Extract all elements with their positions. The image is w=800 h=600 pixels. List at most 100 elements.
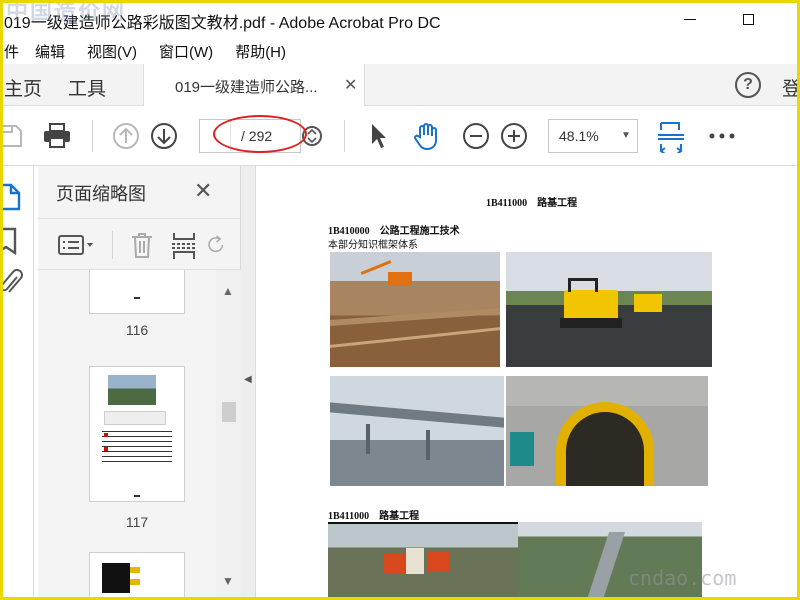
zoom-out-icon: [463, 123, 489, 149]
hand-icon: [414, 123, 437, 151]
tab-tools[interactable]: 工具: [68, 74, 106, 101]
photo-detail: [560, 318, 622, 328]
thumbnail-scrollbar[interactable]: ▲ ▼: [216, 270, 241, 600]
close-panel-icon[interactable]: ✕: [194, 178, 212, 204]
thumbnail-photo: [130, 579, 140, 585]
photo-detail: [583, 532, 625, 600]
menu-window[interactable]: 窗口(W): [159, 41, 213, 62]
photo-detail: [388, 272, 412, 286]
page-number-input[interactable]: [201, 121, 231, 151]
chevron-down-icon[interactable]: ▼: [222, 574, 234, 588]
page-step-button[interactable]: [300, 124, 324, 148]
printer-icon: [44, 123, 70, 148]
attachments-button[interactable]: [0, 268, 24, 298]
chevron-down-icon: ▼: [621, 130, 631, 141]
panel-collapse-strip[interactable]: ◀: [241, 166, 256, 600]
scrollbar-thumb[interactable]: [222, 402, 236, 422]
photo-detail: [384, 554, 406, 574]
tab-document[interactable]: 019一级建造师公路... ✕: [143, 64, 365, 106]
insert-pages-icon: [172, 233, 196, 259]
thumbnail-page[interactable]: [89, 270, 185, 314]
select-tool-button[interactable]: [366, 121, 390, 151]
arrow-up-circle-icon: [113, 123, 139, 149]
thumbnail-list: 116 117: [38, 270, 216, 600]
thumbnail-page[interactable]: [89, 366, 185, 502]
chevron-up-icon[interactable]: ▲: [222, 284, 234, 298]
more-tools-button[interactable]: [706, 124, 738, 148]
window-title: 019一级建造师公路彩版图文教材.pdf - Adobe Acrobat Pro…: [4, 15, 441, 32]
thumbnail-diagram: [104, 411, 166, 425]
photo-tunnel: [506, 376, 708, 486]
trash-icon: [132, 233, 152, 258]
zoom-select[interactable]: 48.1% ▼: [548, 119, 638, 153]
toolbar-separator: [344, 120, 345, 152]
maximize-button[interactable]: [728, 6, 768, 32]
panel-separator: [112, 231, 113, 259]
close-tab-icon[interactable]: ✕: [344, 75, 357, 95]
menu-view[interactable]: 视图(V): [87, 41, 137, 62]
photo-detail: [330, 308, 500, 326]
thumbnails-toggle-button[interactable]: [0, 182, 24, 212]
thumbnail-mark: [104, 433, 108, 437]
previous-page-button[interactable]: [112, 122, 140, 150]
thumbnail-options-button[interactable]: [56, 231, 98, 259]
panel-title: 页面缩略图: [56, 184, 146, 204]
photo-detail: [360, 260, 392, 275]
minimize-icon: [684, 18, 696, 20]
fit-page-icon: [658, 122, 684, 153]
thumbnail-text: [134, 495, 140, 497]
photo-detail: [428, 552, 450, 572]
photo-detail: [634, 294, 662, 312]
menu-edit[interactable]: 编辑: [35, 41, 65, 62]
panel-toolbar: [38, 218, 241, 270]
thumbnail-text-block: [102, 429, 172, 465]
zoom-in-icon: [501, 123, 527, 149]
menu-help[interactable]: 帮助(H): [235, 41, 286, 62]
zoom-out-button[interactable]: [462, 122, 490, 150]
zoom-in-button[interactable]: [500, 122, 528, 150]
photo-detail: [510, 432, 534, 466]
thumbnail-page[interactable]: [89, 552, 185, 600]
photo-road-roller: [506, 252, 712, 367]
minimize-button[interactable]: [670, 6, 710, 32]
document-view[interactable]: 1B411000 路基工程 1B410000 公路工程施工技术 本部分知识框架体…: [256, 166, 800, 600]
save-icon: [0, 125, 22, 147]
photo-bridge: [330, 376, 504, 486]
section-title: 1B410000 公路工程施工技术: [328, 226, 460, 237]
bookmark-icon: [1, 227, 17, 255]
photo-detail: [426, 430, 430, 460]
thumbnail-page-number: 117: [125, 514, 149, 530]
photo-trucks: [328, 522, 518, 600]
print-button[interactable]: [40, 120, 74, 152]
next-page-button[interactable]: [150, 122, 178, 150]
paperclip-icon: [1, 269, 23, 293]
more-horizontal-icon: [709, 133, 735, 139]
save-button[interactable]: [0, 122, 26, 150]
help-button[interactable]: ?: [735, 72, 761, 98]
options-list-icon: [58, 235, 93, 255]
maximize-icon: [742, 13, 754, 25]
photo-excavator: [330, 252, 500, 367]
bookmarks-button[interactable]: [0, 226, 22, 256]
toolbar: / 292 48.1% ▼: [0, 106, 800, 166]
help-icon: ?: [743, 76, 753, 93]
section-subtitle: 本部分知识框架体系: [328, 240, 418, 251]
section-title: 1B411000 路基工程: [328, 511, 420, 522]
thumbnail-page-number: 116: [125, 322, 149, 338]
menu-file[interactable]: 件: [4, 41, 19, 62]
delete-page-button[interactable]: [128, 229, 156, 261]
collapse-left-icon[interactable]: ◀: [244, 374, 252, 385]
hand-tool-button[interactable]: [410, 120, 442, 152]
thumbnail-mark: [104, 447, 108, 451]
photo-detail: [330, 327, 500, 348]
login-button[interactable]: 登: [782, 74, 800, 101]
zoom-value: 48.1%: [559, 128, 599, 144]
thumbnails-panel: 页面缩略图 ✕ 116 117 ▲ ▼: [38, 166, 241, 600]
toolbar-separator: [92, 120, 93, 152]
insert-page-button[interactable]: [170, 229, 198, 261]
fit-page-button[interactable]: [656, 120, 686, 154]
thumbnail-photo: [102, 563, 130, 593]
thumbnail-photo: [108, 375, 156, 405]
tab-home[interactable]: 主页: [4, 74, 42, 101]
rotate-page-button[interactable]: [206, 229, 224, 261]
